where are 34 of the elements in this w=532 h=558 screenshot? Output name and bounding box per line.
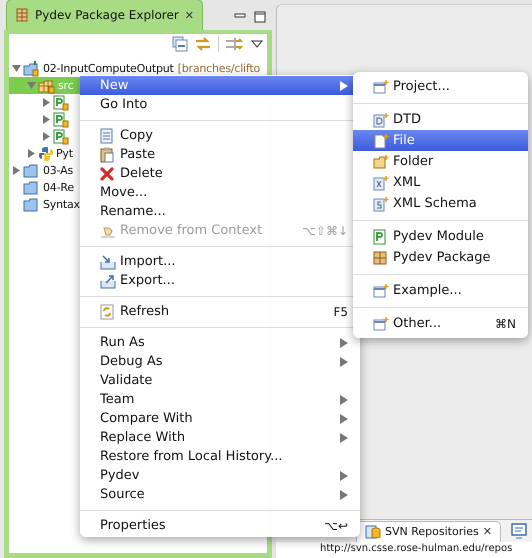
view-title: SVN Repositories [385,525,479,538]
tree-item[interactable]: 03-As [42,164,74,177]
menu-item[interactable]: Compare With [80,409,360,428]
menu-item[interactable]: File [353,130,528,151]
menu-item[interactable]: Folder [353,151,528,172]
menu-item[interactable]: Other... ⌘N [353,313,528,334]
menu-item[interactable]: Team [80,390,360,409]
menu-item[interactable]: Pydev [80,466,360,485]
shortcut-label: F5 [333,304,348,318]
shortcut-label: ⌥↩ [324,518,348,532]
tree-item[interactable]: 04-Re [42,181,75,194]
menu-item[interactable]: DTD [353,109,528,130]
shortcut-label: ⌘N [495,316,516,330]
view-title: Pydev Package Explorer [35,8,179,22]
menu-item[interactable]: Example... [353,280,528,301]
menu-item[interactable]: Restore from Local History... [80,447,360,466]
menu-item[interactable]: XML [353,172,528,193]
shortcut-label: ⌥⇧⌘↓ [302,224,348,238]
menu-item[interactable]: Pydev Module [353,226,528,247]
menu-item[interactable]: Replace With [80,428,360,447]
close-icon[interactable]: ✕ [184,8,194,22]
menu-item[interactable]: Debug As [80,352,360,371]
branch-decoration: [branches/clifto [178,62,260,75]
tree-item[interactable]: 02-InputComputeOutput [branches/clifto [42,62,262,75]
tree-item[interactable]: Pyt [55,147,74,160]
menu-item[interactable]: Validate [80,371,360,390]
close-icon[interactable]: ✕ [482,525,492,538]
tree-item[interactable]: Syntax [42,198,81,211]
view-tab[interactable]: Pydev Package Explorer ✕ [6,0,203,30]
view-tab[interactable]: SVN Repositories ✕ [356,520,501,542]
menu-item[interactable]: Pydev Package [353,247,528,268]
menu-item[interactable]: Run As [80,333,360,352]
menu-item[interactable]: Source [80,485,360,504]
menu-item[interactable]: XML Schema [353,193,528,214]
